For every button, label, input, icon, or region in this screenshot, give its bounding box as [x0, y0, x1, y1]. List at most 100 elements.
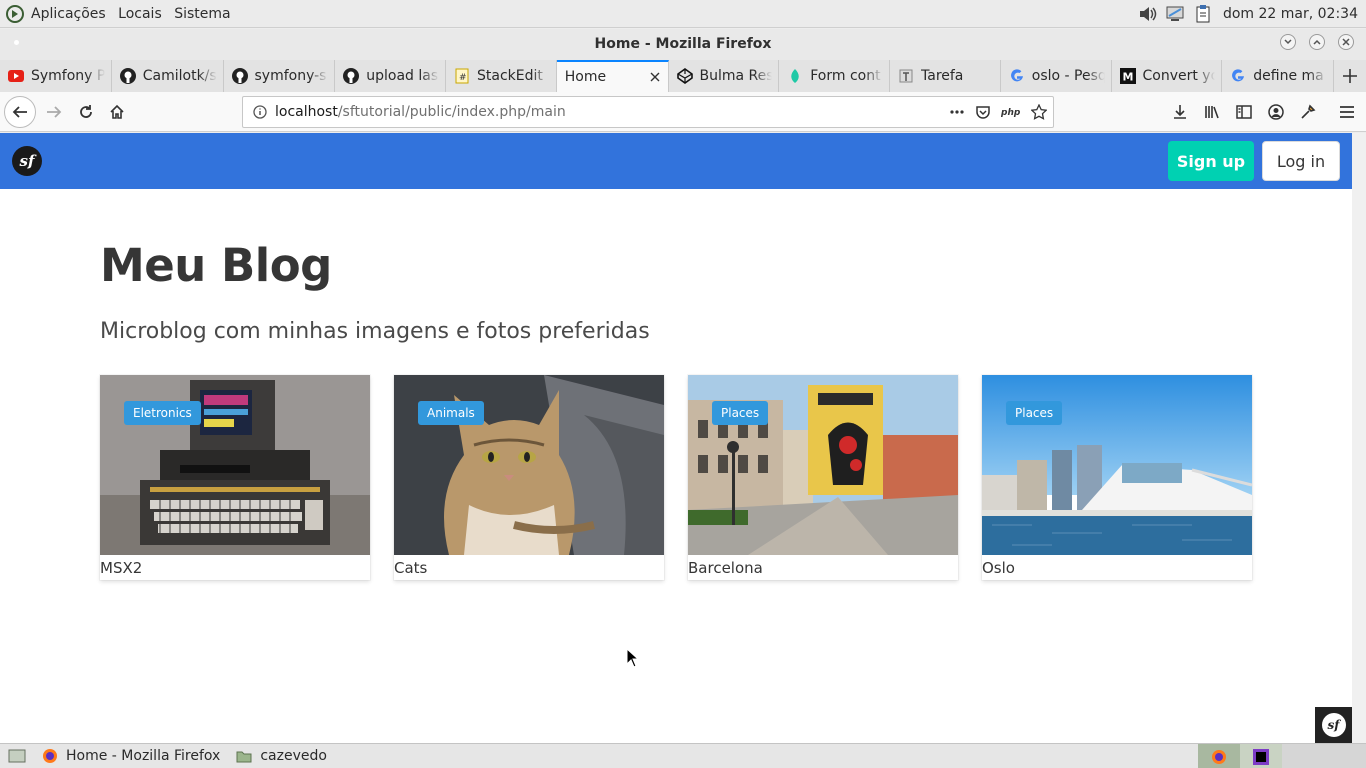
close-tab-icon[interactable]: [648, 70, 662, 84]
tab-label: Symfony P: [31, 68, 105, 84]
more-actions-icon[interactable]: [949, 104, 965, 120]
close-window-button[interactable]: [1338, 34, 1354, 50]
tab-tarefa[interactable]: Tarefa: [890, 60, 1001, 92]
clock[interactable]: dom 22 mar, 02:34: [1223, 6, 1358, 22]
tab-label: Bulma Res: [699, 68, 773, 84]
workspace-2[interactable]: [1240, 744, 1282, 768]
library-icon: [1205, 106, 1219, 119]
tab-oslo[interactable]: oslo - Pesq: [1001, 60, 1112, 92]
github-icon: [119, 68, 136, 84]
workspace-4[interactable]: [1324, 744, 1366, 768]
category-tag[interactable]: Eletronics: [124, 401, 201, 425]
show-desktop-button[interactable]: [0, 744, 34, 768]
tarefa-icon: [898, 68, 914, 84]
page-title: Meu Blog: [100, 239, 332, 292]
card-barcelona[interactable]: Places Barcelona: [688, 375, 958, 580]
window-title: Home - Mozilla Firefox: [594, 36, 772, 52]
msx2-image: Eletronics: [100, 375, 370, 555]
pocket-icon[interactable]: [975, 104, 991, 120]
tab-bulma[interactable]: Bulma Res: [669, 60, 780, 92]
svg-text:#: #: [459, 73, 467, 83]
youtube-icon: [8, 68, 24, 84]
codepen-icon: [676, 68, 693, 84]
forward-button[interactable]: [38, 96, 70, 128]
tab-home[interactable]: Home: [556, 60, 669, 92]
taskbar-item-label: Home - Mozilla Firefox: [66, 748, 221, 764]
google-icon: [1009, 68, 1025, 84]
taskbar-item-label: cazevedo: [260, 748, 327, 764]
menu-aplicacoes[interactable]: Aplicações: [31, 6, 106, 22]
devtools-button[interactable]: [1292, 96, 1324, 128]
minimize-button[interactable]: [1280, 34, 1296, 50]
chevron-down-icon: [1284, 39, 1292, 45]
volume-icon[interactable]: [1137, 4, 1159, 24]
workspace-3[interactable]: [1282, 744, 1324, 768]
category-tag[interactable]: Places: [712, 401, 769, 425]
sidebar-button[interactable]: [1228, 96, 1260, 128]
symfony-logo-icon[interactable]: sf: [12, 146, 42, 176]
category-tag[interactable]: Animals: [418, 401, 484, 425]
cat-image: Animals: [394, 375, 664, 555]
maximize-button[interactable]: [1309, 34, 1325, 50]
tab-upload[interactable]: upload las: [335, 60, 446, 92]
site-navbar: sf Sign up Log in: [0, 133, 1352, 189]
window-menu-dot[interactable]: [14, 40, 19, 45]
tab-label: Home: [564, 69, 607, 85]
svg-text:M: M: [1122, 71, 1133, 84]
tab-stackedit[interactable]: # StackEdit: [446, 60, 557, 92]
download-icon: [1174, 105, 1186, 119]
url-bar[interactable]: localhost/sftutorial/public/index.php/ma…: [242, 96, 1054, 128]
chevron-up-icon: [1313, 39, 1321, 45]
library-button[interactable]: [1196, 96, 1228, 128]
page-subtitle: Microblog com minhas imagens e fotos pre…: [100, 319, 650, 344]
url-host: localhost: [275, 104, 338, 120]
tab-camilotk[interactable]: Camilotk/s: [112, 60, 224, 92]
login-button[interactable]: Log in: [1262, 141, 1340, 181]
tab-label: Tarefa: [921, 68, 964, 84]
tab-label: Camilotk/s: [142, 68, 217, 84]
reload-button[interactable]: [70, 96, 102, 128]
hamburger-icon: [1340, 106, 1354, 118]
category-tag[interactable]: Places: [1006, 401, 1063, 425]
workspace-1[interactable]: [1198, 744, 1240, 768]
close-icon: [1342, 38, 1350, 46]
tab-form[interactable]: Form cont: [779, 60, 890, 92]
menu-locais[interactable]: Locais: [118, 6, 162, 22]
taskbar-files[interactable]: cazevedo: [228, 744, 335, 768]
new-tab-button[interactable]: [1334, 60, 1366, 92]
php-icon[interactable]: php: [1001, 104, 1021, 120]
firefox-icon: [1212, 749, 1226, 764]
tab-convert[interactable]: M Convert yo: [1112, 60, 1223, 92]
medium-icon: M: [1119, 68, 1136, 84]
signup-button[interactable]: Sign up: [1168, 141, 1254, 181]
arrow-right-icon: [47, 106, 62, 118]
home-button[interactable]: [101, 96, 133, 128]
clipboard-icon[interactable]: [1193, 4, 1213, 24]
tab-define[interactable]: define ma: [1222, 60, 1334, 92]
tab-label: Convert yo: [1142, 68, 1216, 84]
taskbar-firefox[interactable]: Home - Mozilla Firefox: [34, 744, 228, 768]
card-cats[interactable]: Animals Cats: [394, 375, 664, 580]
network-icon[interactable]: [1165, 4, 1187, 24]
menu-sistema[interactable]: Sistema: [174, 6, 230, 22]
firefox-icon: [43, 749, 57, 763]
info-icon[interactable]: [253, 105, 267, 119]
account-button[interactable]: [1260, 96, 1292, 128]
tab-symfony-s[interactable]: symfony-s: [224, 60, 336, 92]
page-scrollbar[interactable]: [1352, 133, 1366, 743]
star-icon[interactable]: [1031, 104, 1047, 120]
window-titlebar: Home - Mozilla Firefox: [0, 29, 1366, 60]
leaf-icon: [787, 68, 803, 84]
card-msx2[interactable]: Eletronics MSX2: [100, 375, 370, 580]
arrow-left-icon: [12, 106, 27, 118]
downloads-button[interactable]: [1164, 96, 1196, 128]
symfony-debug-toolbar[interactable]: sf: [1315, 707, 1352, 743]
distro-logo-icon[interactable]: [5, 4, 25, 24]
menu-button[interactable]: [1331, 96, 1363, 128]
back-button[interactable]: [4, 96, 36, 128]
tab-symfony[interactable]: Symfony P: [0, 60, 112, 92]
card-oslo[interactable]: Places Oslo: [982, 375, 1252, 580]
google-icon: [1230, 68, 1246, 84]
tab-label: symfony-s: [254, 68, 327, 84]
desktop-icon: [8, 749, 26, 763]
